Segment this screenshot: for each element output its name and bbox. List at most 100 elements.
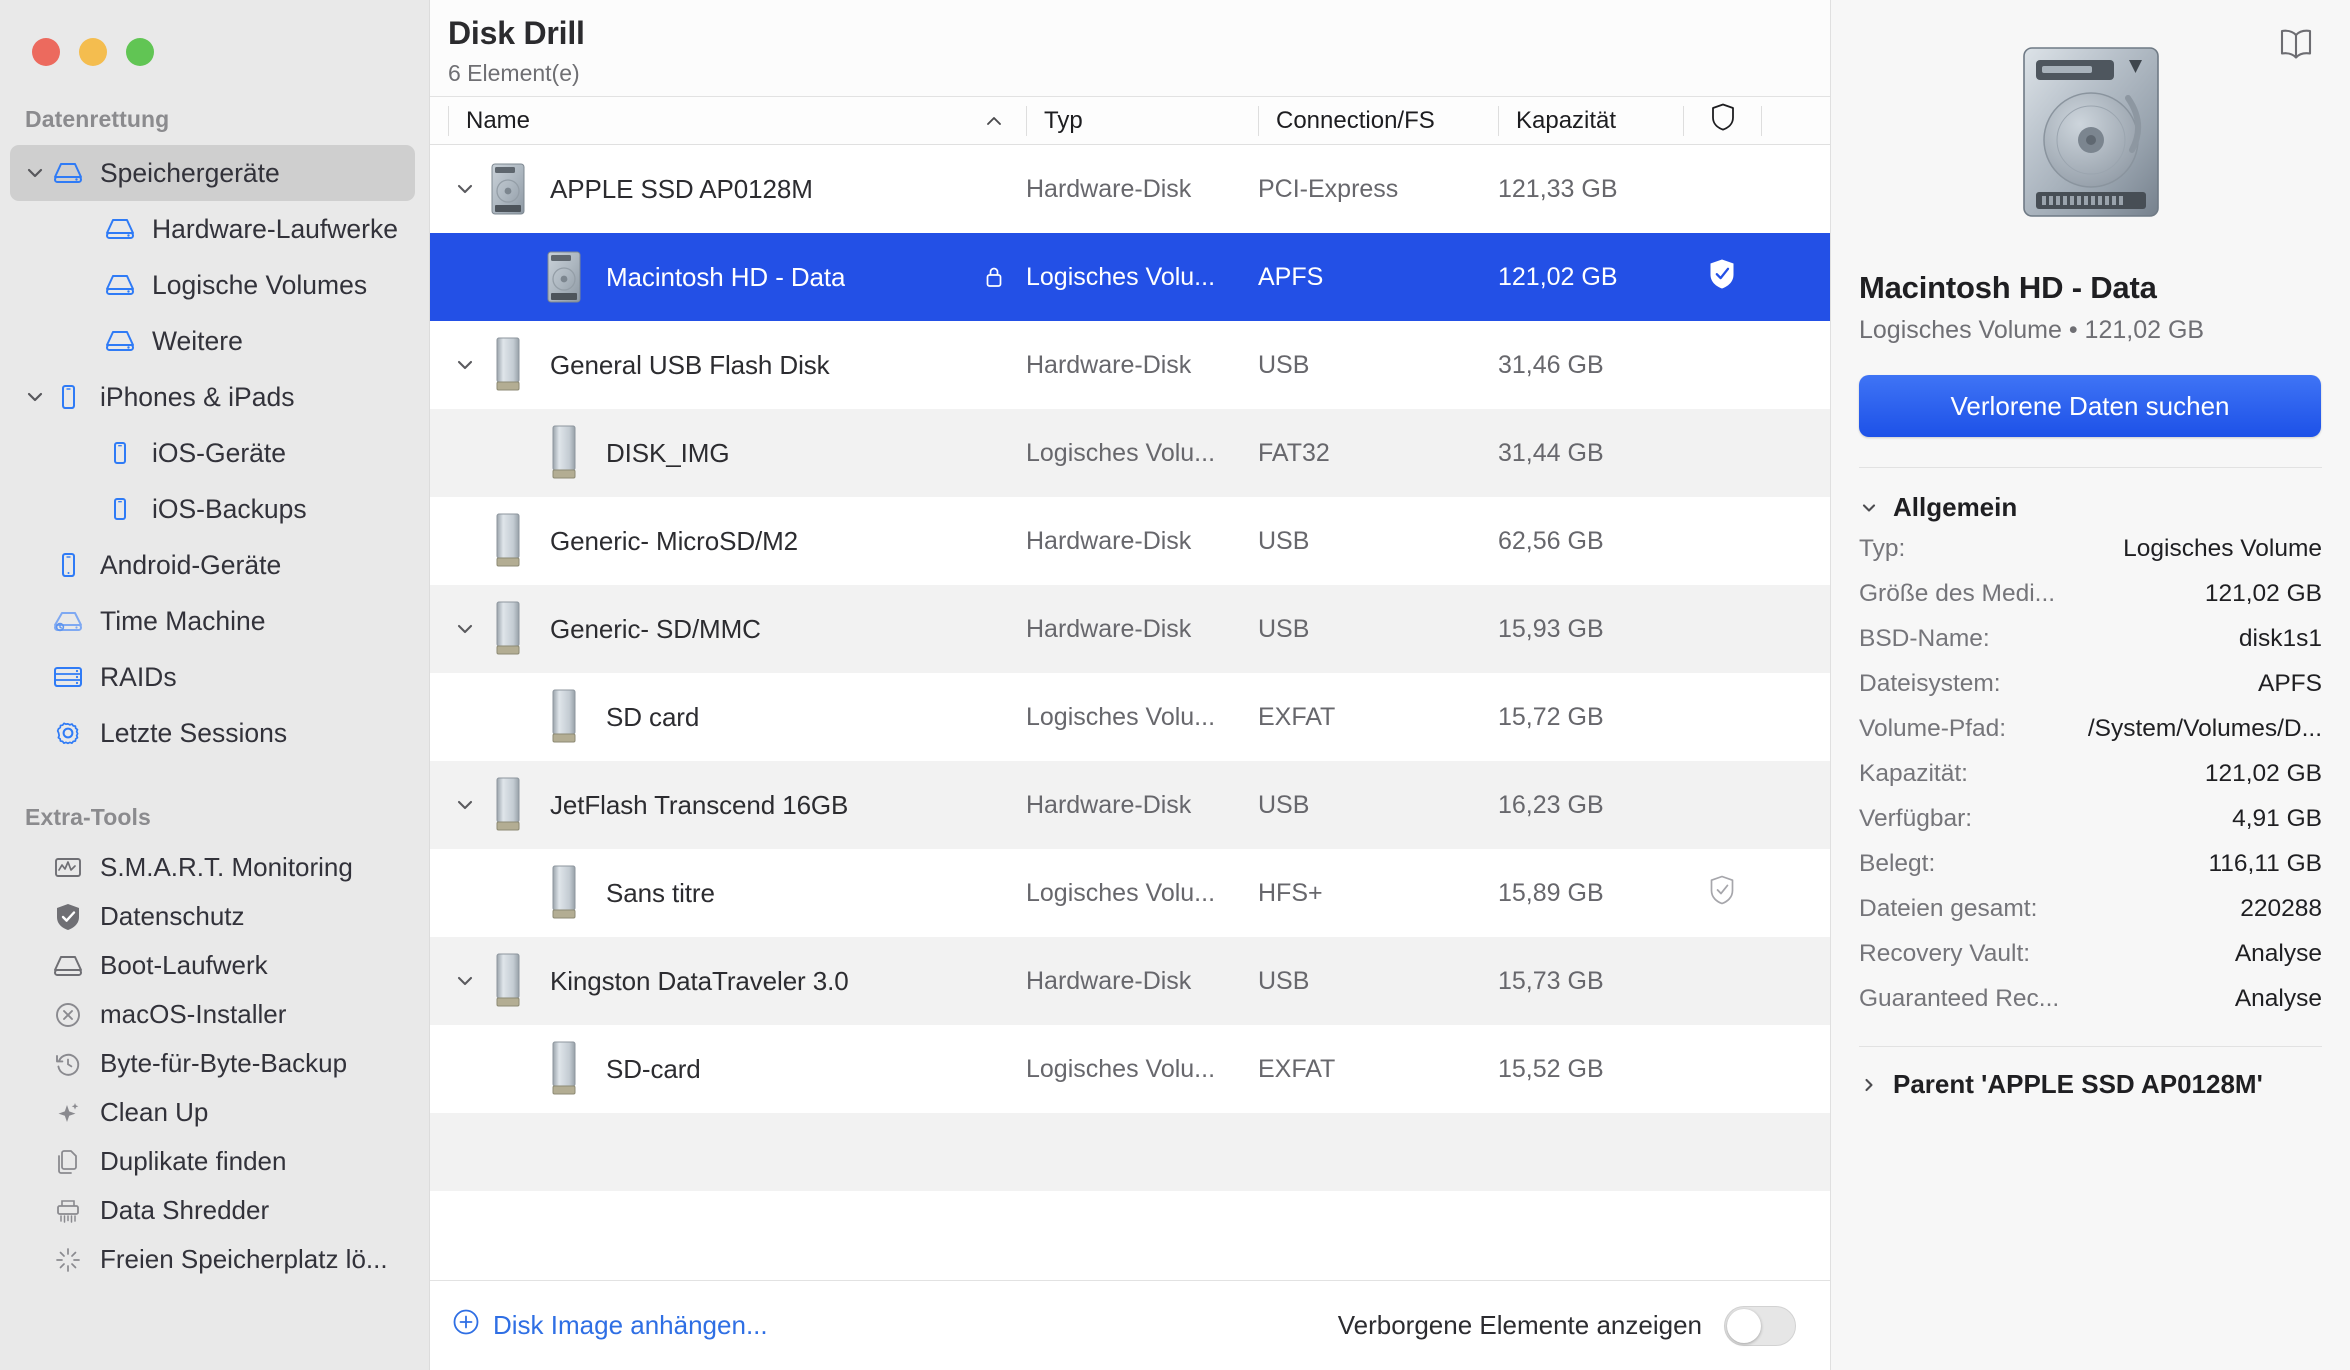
sidebar-item-label: Hardware-Laufwerke [152,213,398,244]
chevron-down-icon[interactable] [448,178,482,200]
sidebar-item-ios-backups[interactable]: iOS-Backups [10,481,415,537]
close-button[interactable] [32,37,60,66]
sidebar-item-label: Speichergeräte [100,157,280,188]
scan-lost-data-button[interactable]: Verlorene Daten suchen [1859,375,2321,437]
cell-shield[interactable] [1683,874,1761,913]
cell-connection: USB [1258,790,1310,819]
sidebar-item-iphones-ipads[interactable]: iPhones & iPads [10,369,415,425]
attach-disk-image-button[interactable]: Disk Image anhängen... [452,1308,768,1343]
table-header-row: Name Typ Connection/FS Kapazität [430,97,1830,145]
section-header-allgemein[interactable]: Allgemein [1859,467,2322,523]
sidebar-item-raids[interactable]: RAIDs [10,649,415,705]
table-row[interactable]: General USB Flash Disk Hardware-Disk USB… [430,321,1830,409]
sidebar-item-data-shredder[interactable]: Data Shredder [10,1186,415,1235]
chevron-right-icon[interactable] [1859,1075,1879,1095]
property-row: Kapazität: 121,02 GB [1859,760,2322,805]
property-row: Guaranteed Rec... Analyse [1859,985,2322,1030]
sidebar-item-android-geraete[interactable]: Android-Geräte [10,537,415,593]
column-header-kapazitaet[interactable]: Kapazität [1498,105,1683,136]
device-table: Name Typ Connection/FS Kapazität APPLE S… [430,97,1830,1280]
table-row[interactable]: Generic- MicroSD/M2 Hardware-Disk USB 62… [430,497,1830,585]
sidebar-item-freien-speicherplatz-loeschen[interactable]: Freien Speicherplatz lö... [10,1235,415,1284]
sidebar-item-duplikate-finden[interactable]: Duplikate finden [10,1137,415,1186]
table-row[interactable]: Generic- SD/MMC Hardware-Disk USB 15,93 … [430,585,1830,673]
minimize-button[interactable] [79,37,107,66]
sidebar-item-boot-laufwerk[interactable]: Boot-Laufwerk [10,941,415,990]
shield-check-icon [48,901,88,933]
sidebar-item-label: Duplikate finden [100,1146,287,1176]
cell-name: Generic- MicroSD/M2 [448,511,1026,571]
usb-stick-icon [482,775,534,835]
sidebar: Datenrettung Speichergeräte Hardware-Lau… [0,0,430,1370]
chevron-down-icon[interactable] [448,794,482,816]
chevron-down-icon[interactable] [1859,498,1879,518]
chevron-down-icon[interactable] [22,386,48,408]
time-machine-icon [48,608,88,634]
sidebar-item-macos-installer[interactable]: macOS-Installer [10,990,415,1039]
sidebar-item-smart-monitoring[interactable]: S.M.A.R.T. Monitoring [10,843,415,892]
cell-kapazitaet: 121,02 GB [1498,262,1618,291]
table-row[interactable]: APPLE SSD AP0128M Hardware-Disk PCI-Expr… [430,145,1830,233]
cell-typ: Hardware-Disk [1026,526,1192,555]
sidebar-item-ios-geraete[interactable]: iOS-Geräte [10,425,415,481]
column-header-connection-fs[interactable]: Connection/FS [1258,105,1498,136]
property-value: 121,02 GB [2204,760,2322,787]
table-row[interactable]: JetFlash Transcend 16GB Hardware-Disk US… [430,761,1830,849]
property-row: Dateien gesamt: 220288 [1859,895,2322,940]
shredder-icon [48,1196,88,1226]
cell-typ: Logisches Volu... [1026,262,1216,291]
table-row[interactable]: SD-card Logisches Volu... EXFAT 15,52 GB [430,1025,1830,1113]
table-row[interactable]: DISK_IMG Logisches Volu... FAT32 31,44 G… [430,409,1830,497]
table-row[interactable]: Kingston DataTraveler 3.0 Hardware-Disk … [430,937,1830,1025]
chevron-down-icon[interactable] [22,162,48,184]
hard-drive-icon [100,328,140,354]
sidebar-item-hardware-laufwerke[interactable]: Hardware-Laufwerke [10,201,415,257]
book-icon [2274,26,2318,67]
sidebar-item-logische-volumes[interactable]: Logische Volumes [10,257,415,313]
usb-stick-icon [538,423,590,483]
phone-icon [100,493,140,525]
sidebar-item-speichergeraete[interactable]: Speichergeräte [10,145,415,201]
cell-connection: USB [1258,614,1310,643]
guide-book-button[interactable] [2266,18,2326,74]
table-row[interactable]: SD card Logisches Volu... EXFAT 15,72 GB [430,673,1830,761]
disk-drill-window: Datenrettung Speichergeräte Hardware-Lau… [0,0,2350,1370]
cell-name: Macintosh HD - Data [448,247,1026,307]
smart-monitor-icon [48,855,88,881]
sidebar-item-weitere[interactable]: Weitere [10,313,415,369]
table-row[interactable]: Macintosh HD - Data Logisches Volu... AP… [430,233,1830,321]
chevron-down-icon[interactable] [448,618,482,640]
hidden-items-toggle[interactable] [1724,1305,1796,1346]
cell-connection: EXFAT [1258,1054,1336,1083]
section-label: Parent 'APPLE SSD AP0128M' [1893,1069,2263,1099]
sidebar-item-clean-up[interactable]: Clean Up [10,1088,415,1137]
sidebar-item-datenschutz[interactable]: Datenschutz [10,892,415,941]
bottom-toolbar: Disk Image anhängen... Verborgene Elemen… [430,1280,1830,1370]
property-key: Verfügbar: [1859,805,1973,832]
chevron-down-icon[interactable] [448,970,482,992]
property-row: BSD-Name: disk1s1 [1859,625,2322,670]
property-key: Recovery Vault: [1859,940,2031,967]
gear-icon [48,717,88,749]
internal-disk-icon [482,159,534,219]
internal-disk-large-icon [1996,40,2186,230]
content-header: Disk Drill 6 Element(e) [430,0,1830,97]
property-row: Dateisystem: APFS [1859,670,2322,715]
phone-icon [48,549,88,581]
toggle-knob [1727,1308,1761,1343]
zoom-button[interactable] [126,37,154,66]
sidebar-item-time-machine[interactable]: Time Machine [10,593,415,649]
sidebar-item-letzte-sessions[interactable]: Letzte Sessions [10,705,415,761]
column-header-name[interactable]: Name [448,105,1026,136]
device-name: SD card [606,701,700,732]
sidebar-item-label: Clean Up [100,1097,209,1127]
sidebar-section-title-extra-tools: Extra-Tools [25,804,151,830]
property-value: Analyse [2234,940,2322,967]
cell-shield[interactable] [1683,257,1761,298]
column-header-typ[interactable]: Typ [1026,105,1258,136]
chevron-down-icon[interactable] [448,354,482,376]
section-header-parent[interactable]: Parent 'APPLE SSD AP0128M' [1859,1046,2322,1100]
column-header-shield[interactable] [1683,103,1761,136]
table-row[interactable]: Sans titre Logisches Volu... HFS+ 15,89 … [430,849,1830,937]
sidebar-item-byte-fuer-byte-backup[interactable]: Byte-für-Byte-Backup [10,1039,415,1088]
